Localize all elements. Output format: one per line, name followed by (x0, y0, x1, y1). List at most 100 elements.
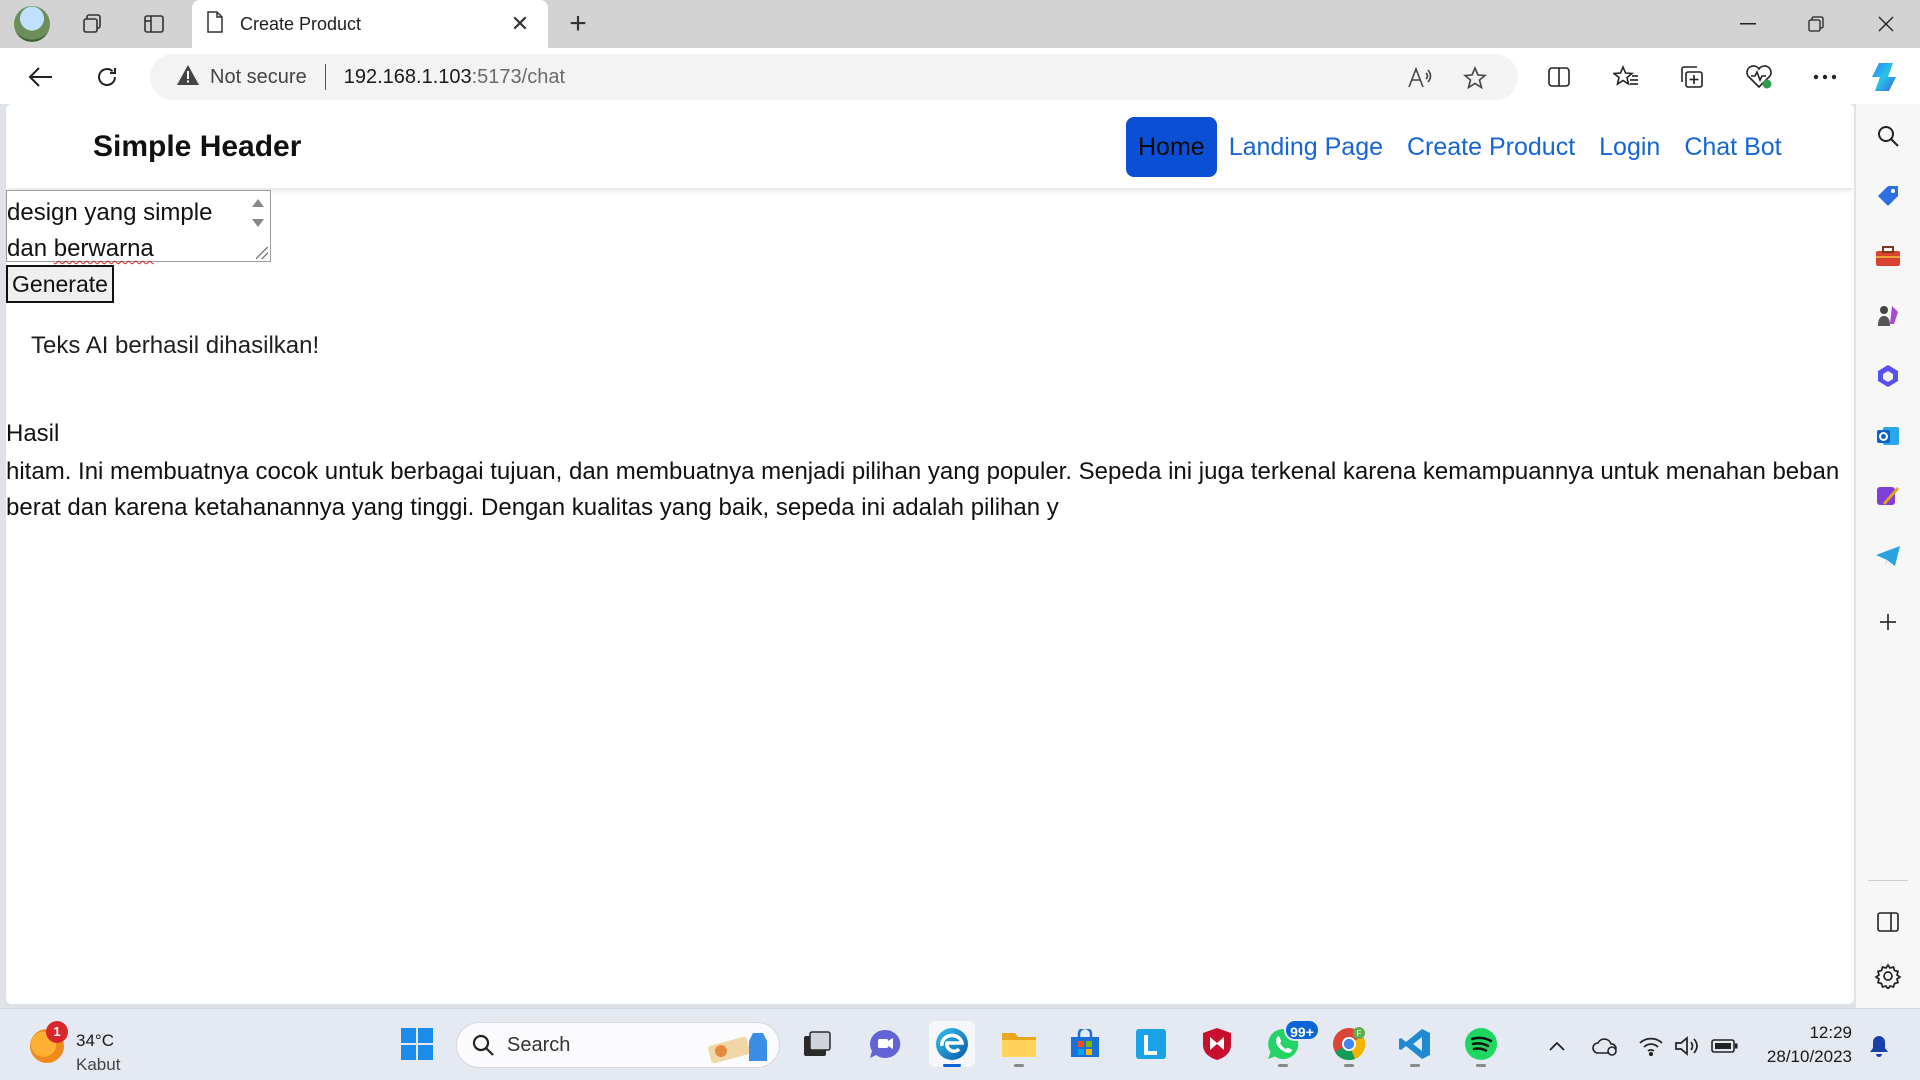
shopping-tag-icon[interactable] (1870, 178, 1906, 214)
edge-running-indicator (943, 1064, 961, 1067)
generate-button[interactable]: Generate (6, 265, 114, 303)
profile-avatar[interactable] (14, 6, 50, 42)
mcafee-icon[interactable] (1194, 1021, 1240, 1067)
back-icon[interactable] (22, 58, 60, 96)
search-icon[interactable] (1870, 118, 1906, 154)
prompt-line-2a: dan (7, 235, 54, 262)
whatsapp-running-indicator (1278, 1064, 1288, 1067)
reload-icon[interactable] (88, 58, 126, 96)
file-explorer-icon[interactable] (996, 1021, 1042, 1067)
nav-landing-page[interactable]: Landing Page (1217, 117, 1395, 177)
outlook-icon[interactable] (1870, 418, 1906, 454)
microsoft365-icon[interactable] (1870, 358, 1906, 394)
teams-chat-icon[interactable] (862, 1021, 908, 1067)
page-viewport: Simple Header Home Landing Page Create P… (6, 104, 1854, 1004)
clock-date: 28/10/2023 (1766, 1047, 1852, 1066)
explorer-running-indicator (1014, 1064, 1024, 1067)
address-bar[interactable]: Not secure 192.168.1.103 :5173/chat (150, 54, 1518, 100)
prompt-textarea[interactable]: design yang simple dan berwarna (6, 190, 271, 262)
page-icon (206, 10, 224, 38)
weather-badge: 1 (46, 1021, 68, 1043)
browser-toolbar: Not secure 192.168.1.103 :5173/chat (0, 48, 1920, 104)
split-screen-icon[interactable] (1540, 58, 1578, 96)
show-hidden-icons-icon[interactable] (1542, 1031, 1572, 1061)
close-window-icon[interactable] (1852, 0, 1920, 48)
taskbar: 1 34°C Kabut Search 99+ F 12:29 28/10/20… (0, 1008, 1920, 1080)
favorites-icon[interactable] (1607, 58, 1645, 96)
scroll-down-arrow-icon[interactable] (252, 219, 264, 227)
svg-text:F: F (1357, 1029, 1362, 1038)
prompt-line-1: design yang simple (7, 199, 213, 226)
nav-login[interactable]: Login (1587, 117, 1672, 177)
vscode-icon[interactable] (1392, 1021, 1438, 1067)
resize-grip-icon[interactable] (256, 247, 268, 259)
result-label: Hasil (6, 420, 60, 447)
close-tab-icon[interactable]: ✕ (506, 11, 534, 37)
read-aloud-icon[interactable] (1405, 63, 1435, 93)
taskbar-search-label: Search (507, 1033, 571, 1056)
microsoft-store-icon[interactable] (1062, 1021, 1108, 1067)
settings-icon[interactable] (1870, 958, 1906, 994)
success-message: Teks AI berhasil dihasilkan! (31, 332, 320, 359)
wifi-icon[interactable] (1636, 1031, 1666, 1061)
nav-create-product[interactable]: Create Product (1395, 117, 1587, 177)
more-icon[interactable] (1806, 58, 1844, 96)
scroll-up-arrow-icon[interactable] (252, 199, 264, 207)
copilot-icon[interactable] (1868, 58, 1906, 96)
edge-sidebar (1856, 104, 1920, 1008)
chrome-icon[interactable]: F (1326, 1021, 1372, 1067)
main-nav: Home Landing Page Create Product Login C… (1126, 117, 1794, 177)
taskbar-search-icon (472, 1034, 494, 1056)
battery-icon[interactable] (1710, 1031, 1740, 1061)
tab-title: Create Product (240, 13, 362, 34)
browser-essentials-icon[interactable] (1740, 58, 1778, 96)
volume-icon[interactable] (1672, 1031, 1702, 1061)
restore-icon[interactable] (1782, 0, 1850, 48)
task-view-icon[interactable] (794, 1021, 840, 1067)
collections-icon[interactable] (1673, 58, 1711, 96)
taskbar-search[interactable]: Search (456, 1022, 780, 1068)
tab-strip: Create Product ✕ + (0, 0, 1920, 48)
workspaces-icon[interactable] (74, 6, 110, 42)
chrome-running-indicator (1344, 1064, 1354, 1067)
weather-widget[interactable]: 1 34°C Kabut (24, 1019, 184, 1074)
favorite-star-icon[interactable] (1460, 63, 1490, 93)
vertical-tabs-icon[interactable] (136, 6, 172, 42)
result-text: hitam. Ini membuatnya cocok untuk berbag… (6, 458, 1840, 521)
address-separator (324, 64, 326, 90)
telegram-icon[interactable] (1870, 538, 1906, 574)
edge-app-icon[interactable] (929, 1021, 975, 1067)
new-tab-icon[interactable]: + (560, 6, 596, 42)
games-icon[interactable] (1870, 298, 1906, 334)
system-clock[interactable]: 12:29 28/10/2023 (1752, 1023, 1852, 1067)
nav-chat-bot[interactable]: Chat Bot (1672, 117, 1793, 177)
search-highlight-icon (708, 1033, 767, 1064)
spotify-icon[interactable] (1458, 1021, 1504, 1067)
onedrive-icon[interactable] (1590, 1031, 1620, 1061)
tools-icon[interactable] (1870, 238, 1906, 274)
weather-temp: 34°C (76, 1031, 114, 1050)
prompt-misspelled-word: berwarna (53, 235, 154, 262)
sidebar-divider (1868, 880, 1908, 881)
whatsapp-icon[interactable]: 99+ (1260, 1019, 1320, 1067)
start-icon[interactable] (394, 1021, 440, 1067)
brand-title: Simple Header (93, 130, 302, 163)
minimize-icon[interactable] (1714, 0, 1782, 48)
vscode-running-indicator (1410, 1064, 1420, 1067)
clock-time: 12:29 (1809, 1023, 1852, 1042)
warning-icon[interactable] (176, 64, 200, 91)
whatsapp-badge: 99+ (1284, 1019, 1320, 1041)
spotify-running-indicator (1476, 1064, 1486, 1067)
active-tab[interactable]: Create Product ✕ (192, 0, 548, 48)
designer-icon[interactable] (1870, 478, 1906, 514)
url-host[interactable]: 192.168.1.103 (344, 66, 472, 89)
weather-desc: Kabut (76, 1055, 121, 1074)
security-label[interactable]: Not secure (210, 66, 307, 89)
url-path[interactable]: :5173/chat (472, 66, 565, 89)
add-icon[interactable] (1870, 604, 1906, 640)
notification-bell-icon[interactable] (1864, 1031, 1894, 1061)
prompt-text[interactable]: design yang simple dan berwarna (7, 195, 242, 267)
sidebar-toggle-icon[interactable] (1870, 904, 1906, 940)
nav-home[interactable]: Home (1126, 117, 1217, 177)
l-app-icon[interactable] (1128, 1021, 1174, 1067)
